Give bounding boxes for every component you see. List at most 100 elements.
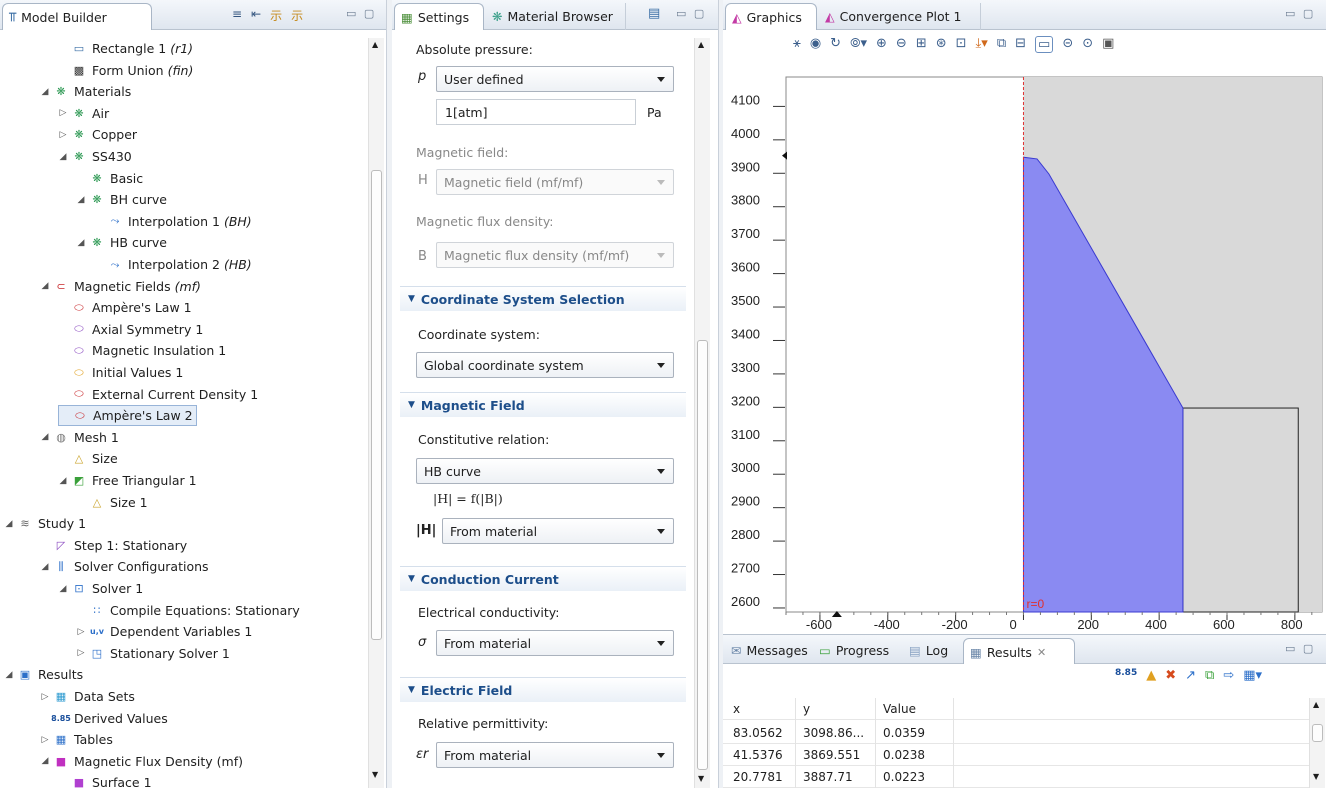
settings-scrollbar[interactable]: ▲ ▼ [694,38,710,788]
scroll-down-arrow[interactable]: ▼ [698,774,704,783]
tree-item[interactable]: ∷ Compile Equations: Stationary [76,600,300,621]
tree-item[interactable]: ◸ Step 1: Stationary [40,535,187,556]
scroll-down-arrow[interactable]: ▼ [1313,772,1319,781]
table-icon[interactable]: ▦▾ [1243,668,1262,683]
pressure-select[interactable]: User defined [436,66,674,92]
tab-log[interactable]: ▤ Log [903,638,954,662]
zoom-out-icon[interactable]: ⊖ [896,36,907,53]
tree-item[interactable]: ◢ ❋ HB curve [76,232,167,253]
tree-item[interactable]: ⬭ Initial Values 1 [58,362,183,383]
tree-scrollbar[interactable]: ▲ ▼ [368,38,384,788]
settings-scroll-thumb[interactable] [697,340,708,770]
tree-item[interactable]: ▭ Rectangle 1 (r1) [58,38,193,59]
collapsed-triangle-icon[interactable]: ▷ [58,108,68,118]
settings-window-controls[interactable]: ▭ ▢ [676,7,706,20]
column-header[interactable]: x [733,702,740,716]
collapsed-triangle-icon[interactable]: ▷ [40,735,50,745]
tree-item[interactable]: ⤳ Interpolation 1 (BH) [94,211,252,232]
zoom-in-icon[interactable]: ⊕ [876,36,887,53]
constitutive-relation-select[interactable]: HB curve [416,458,674,484]
settings-extra-icon[interactable]: ▤ [648,6,660,21]
select-domains-icon[interactable]: ▭ [1035,36,1054,53]
tree-item[interactable]: ❋ Basic [76,168,143,189]
column-header[interactable]: y [803,702,810,716]
graphics-window-controls[interactable]: ▭ ▢ [1285,7,1315,20]
expanded-triangle-icon[interactable]: ◢ [40,87,50,97]
tab-results[interactable]: ▦ Results ✕ [963,638,1075,665]
tree-item[interactable]: ▷ ❋ Copper [58,124,138,145]
pressure-input[interactable]: 1[atm] [436,99,636,125]
export-icon[interactable]: ⇨ [1223,668,1234,683]
expanded-triangle-icon[interactable]: ◢ [76,238,86,248]
tree-item[interactable]: ◢ ▣ Results [4,664,84,685]
expanded-triangle-icon[interactable]: ◢ [40,281,50,291]
tree-item[interactable]: ⬭ Magnetic Insulation 1 [58,340,226,361]
tree-item[interactable]: ◢ ⊂ Magnetic Fields (mf) [40,276,201,297]
tree-item[interactable]: ◢ ◍ Mesh 1 [40,427,119,448]
graphics-canvas[interactable]: r=04100400039003800370036003500340033003… [723,60,1326,630]
select-box-icon[interactable]: ⦾▾ [850,36,867,53]
expanded-triangle-icon[interactable]: ◢ [76,195,86,205]
scroll-up-arrow[interactable]: ▲ [698,40,704,49]
expanded-triangle-icon[interactable]: ◢ [4,519,14,529]
zoom-box-icon[interactable]: ⊞ [916,36,927,53]
tree-item[interactable]: ◢ ≋ Study 1 [4,513,87,534]
select-points-icon[interactable]: ⊙ [1082,36,1093,53]
table-row[interactable]: 83.0562 3098.86... 0.0359 [723,722,1313,744]
zoom-selected-icon[interactable]: ⊛ [936,36,947,53]
delete-icon[interactable]: ✖ [1165,668,1176,683]
tree-item[interactable]: ▷ ▦ Data Sets [40,686,135,707]
tree-item[interactable]: △ Size [58,448,118,469]
tree-item[interactable]: ⬭ Axial Symmetry 1 [58,319,203,340]
tab-messages[interactable]: ✉ Messages [725,638,814,662]
expanded-triangle-icon[interactable]: ◢ [40,756,50,766]
close-icon[interactable]: ✕ [1037,646,1046,659]
tree-item[interactable]: ⬭ Ampère's Law 1 [58,297,191,318]
tree-item[interactable]: ■ Surface 1 [58,772,152,788]
tree-item[interactable]: ⬭ External Current Density 1 [58,384,258,405]
tab-progress[interactable]: ▭ Progress [813,638,895,662]
tree-item[interactable]: ▷ u,v Dependent Variables 1 [76,621,253,642]
expanded-triangle-icon[interactable]: ◢ [58,584,68,594]
scroll-up-arrow[interactable]: ▲ [1313,700,1319,709]
expanded-triangle-icon[interactable]: ◢ [40,432,50,442]
tree-item[interactable]: ▷ ❋ Air [58,103,110,124]
expanded-triangle-icon[interactable]: ◢ [58,152,68,162]
tree-item[interactable]: △ Size 1 [76,492,148,513]
tree-item[interactable]: ◢ ◩ Free Triangular 1 [58,470,197,491]
h-select[interactable]: From material [442,518,674,544]
collapsed-triangle-icon[interactable]: ▷ [58,130,68,140]
tree-item[interactable]: ◢ ⊡ Solver 1 [58,578,144,599]
tree-item[interactable]: ◢ ❋ SS430 [58,146,132,167]
tree-item[interactable]: ◢ ❋ BH curve [76,189,167,210]
tab-material-browser[interactable]: ❋ Material Browser [486,3,626,30]
window-controls[interactable]: ▭ ▢ [346,7,376,20]
results-window-controls[interactable]: ▭ ▢ [1285,642,1315,655]
model-tree-icon[interactable]: ⽰ [291,7,303,24]
collapse-all-icon[interactable]: ⇤ [251,7,261,24]
collapsed-triangle-icon[interactable]: ▷ [76,627,86,637]
section-magnetic-field[interactable]: ▼ Magnetic Field [400,392,686,417]
collapsed-triangle-icon[interactable]: ▷ [76,648,86,658]
tab-settings[interactable]: ▦ Settings [394,3,484,30]
scene-light-icon[interactable]: ⚹ [793,36,801,53]
permittivity-select[interactable]: From material [436,742,674,768]
graphics-window[interactable]: ⚹ ◉ ↻ ⦾▾ ⊕ ⊖ ⊞ ⊛ ⊡ ⤓▾ ⧉ ⊟ ▭ ⊝ ⊙ ▣ r=0 410… [723,30,1326,630]
axis-orientation-icon[interactable]: ⤓▾ [976,36,988,53]
tree-item[interactable]: 8.85 Derived Values [40,708,168,729]
tree-item[interactable]: ◢ ■ Magnetic Flux Density (mf) [40,751,243,772]
results-scrollbar[interactable]: ▲ ▼ [1309,698,1325,788]
column-header[interactable]: Value [883,702,916,716]
plot-icon[interactable]: ↗ [1185,668,1196,683]
scroll-up-arrow[interactable]: ▲ [372,40,378,49]
expanded-triangle-icon[interactable]: ◢ [40,562,50,572]
expanded-triangle-icon[interactable]: ◢ [4,670,14,680]
tab-convergence-plot[interactable]: ◭ Convergence Plot 1 [819,3,981,30]
zoom-extents-icon[interactable]: ⊡ [956,36,967,53]
table-row[interactable]: 41.5376 3869.551 0.0238 [723,744,1313,766]
tree-item[interactable]: ◢ ❋ Materials [40,81,132,102]
transparency-icon[interactable]: ◉ [810,36,821,53]
collapsed-triangle-icon[interactable]: ▷ [40,692,50,702]
tree-item[interactable]: ▷ ▦ Tables [40,729,113,750]
scroll-down-arrow[interactable]: ▼ [372,770,378,779]
